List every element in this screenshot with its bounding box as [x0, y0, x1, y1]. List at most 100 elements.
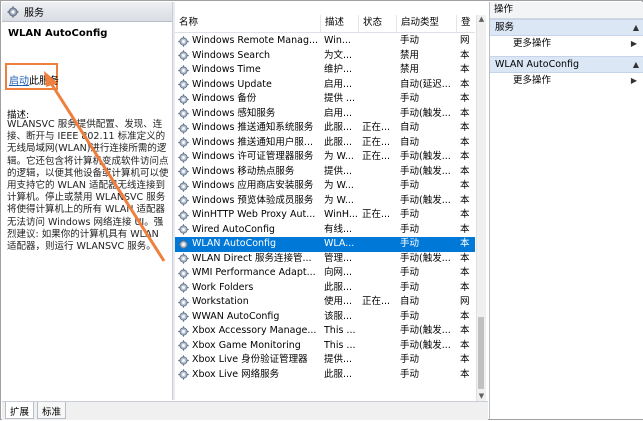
column-header-name[interactable]: 名称	[175, 15, 321, 32]
column-header-logon[interactable]: 登	[457, 15, 475, 32]
cell-status	[359, 310, 397, 325]
column-header-status[interactable]: 状态	[359, 15, 397, 32]
cell-description: This ...	[324, 325, 356, 336]
collapse-caret-icon[interactable]: ▲	[633, 57, 639, 72]
gear-icon	[6, 5, 20, 19]
cell-startup-type: 手动(触发...	[400, 194, 451, 206]
cell-description: 向网...	[324, 267, 353, 278]
service-gear-icon	[178, 340, 189, 351]
table-row[interactable]: Xbox Accessory Manage... This ... 手动(触发...…	[175, 324, 475, 339]
cell-logon: 本	[460, 252, 470, 264]
cell-status	[359, 78, 397, 93]
cell-startup-type: 手动	[400, 180, 420, 191]
table-row[interactable]: WinHTTP Web Proxy Aut... WinH... 正在... 手动 本	[175, 208, 475, 223]
cell-name: Windows 应用商店安装服务	[175, 179, 321, 194]
service-name: WMI Performance Adapt...	[192, 267, 316, 278]
service-gear-icon	[178, 268, 189, 279]
cell-startup-type: 手动(触发...	[400, 252, 451, 264]
table-row[interactable]: Xbox Game Monitoring This ... 手动(触发... 本	[175, 339, 475, 354]
service-name-heading: WLAN AutoConfig	[8, 28, 108, 39]
table-row[interactable]: Windows 感知服务 启用... 手动(触发... 本	[175, 107, 475, 122]
tab-extended[interactable]: 扩展	[5, 402, 35, 419]
table-row[interactable]: Windows 推送通知系统服务 此服... 正在... 自动 本	[175, 121, 475, 136]
table-row[interactable]: Workstation 使用... 正在... 自动 网	[175, 295, 475, 310]
start-service-link[interactable]: 启动	[9, 76, 29, 87]
table-row[interactable]: Windows 预览体验成员服务为 W... 手动(触发... 本	[175, 194, 475, 209]
tab-standard[interactable]: 标准	[37, 402, 67, 419]
table-row[interactable]: Windows 移动热点服务 提供... 手动(触发... 本	[175, 165, 475, 180]
column-header-startup-type[interactable]: 启动类型	[397, 15, 457, 32]
service-gear-icon	[178, 65, 189, 76]
cell-description: 为 W...	[324, 151, 354, 162]
cell-status	[359, 353, 397, 368]
table-row[interactable]: Windows Search 为文... 禁用 本	[175, 49, 475, 64]
cell-logon: 本	[460, 209, 470, 220]
cell-description: 为文...	[324, 49, 353, 61]
cell-startup-type: 手动(触发...	[400, 151, 451, 162]
service-gear-icon	[178, 297, 189, 308]
service-gear-icon	[178, 50, 189, 61]
table-row[interactable]: Windows Remote Manag... Win... 手动 网	[175, 34, 475, 49]
column-header-description[interactable]: 描述	[321, 15, 359, 32]
actions-section-services[interactable]: 服务 ▲	[490, 19, 643, 36]
view-tabs: 扩展 标准	[2, 401, 488, 420]
cell-logon: 本	[460, 122, 470, 133]
table-row[interactable]: WWAN AutoConfig 该服... 手动 本	[175, 310, 475, 325]
cell-logon: 网	[460, 296, 470, 307]
cell-name: Windows Search	[175, 49, 321, 64]
cell-logon: 本	[460, 64, 470, 75]
cell-startup-type: 手动	[400, 310, 420, 322]
table-row[interactable]: Windows 许可证管理器服务为 W... 正在... 手动(触发... 本	[175, 150, 475, 165]
cell-startup-type: 手动	[400, 93, 420, 104]
cell-startup-type: 手动	[400, 223, 420, 235]
more-actions-item[interactable]: 更多操作 ▶	[490, 36, 643, 52]
scroll-thumb[interactable]	[478, 317, 484, 389]
cell-name: Windows 感知服务	[175, 107, 321, 122]
service-name: Windows 备份	[192, 93, 257, 104]
cell-name: Windows 推送通知用户服...	[175, 136, 321, 151]
scroll-down-arrow-icon[interactable]: ▼	[477, 392, 486, 401]
cell-description: 维护...	[324, 64, 353, 75]
table-row[interactable]: WMI Performance Adapt... 向网... 手动 本	[175, 266, 475, 281]
cell-status	[359, 252, 397, 267]
cell-logon: 本	[460, 223, 470, 235]
service-gear-icon	[178, 224, 189, 235]
actions-pane: 操作 服务 ▲ 更多操作 ▶ WLAN AutoConfig ▲ 更多操作 ▶	[489, 2, 643, 419]
cell-status	[359, 34, 397, 49]
service-name: Windows 推送通知系统服务	[192, 122, 314, 133]
cell-logon: 本	[460, 368, 470, 380]
cell-name: Windows Remote Manag...	[175, 34, 321, 49]
cell-startup-type: 手动	[400, 35, 420, 46]
service-name: Windows 移动热点服务	[192, 165, 295, 177]
service-gear-icon	[178, 79, 189, 90]
table-row[interactable]: WLAN AutoConfig WLA... 手动 本	[175, 237, 475, 252]
scroll-up-arrow-icon[interactable]: ▲	[477, 15, 486, 24]
cell-startup-type: 手动(触发...	[400, 165, 451, 177]
service-gear-icon	[178, 311, 189, 322]
cell-status	[359, 179, 397, 194]
table-row[interactable]: Windows 推送通知用户服... 此服... 正在... 自动 本	[175, 136, 475, 151]
table-row[interactable]: Wired AutoConfig 有线... 手动 本	[175, 223, 475, 238]
table-row[interactable]: Windows Time 维护... 禁用 本	[175, 63, 475, 78]
start-service-suffix: 此服务	[29, 76, 59, 87]
cell-name: Windows 许可证管理器服务	[175, 150, 321, 165]
table-row[interactable]: Xbox Live 身份验证管理器 提供... 手动 本	[175, 353, 475, 368]
collapse-caret-icon[interactable]: ▲	[633, 20, 639, 35]
service-gear-icon	[178, 282, 189, 293]
cell-startup-type: 手动	[400, 368, 420, 380]
table-row[interactable]: WLAN Direct 服务连接管... 管理... 手动(触发... 本	[175, 252, 475, 267]
cell-startup-type: 手动	[400, 209, 420, 220]
vertical-scrollbar[interactable]: ▲ ▼	[476, 15, 486, 401]
table-row[interactable]: Windows 备份 提供 ... 手动 本	[175, 92, 475, 107]
table-row[interactable]: Xbox Live 网络服务 此服... 手动 本	[175, 368, 475, 383]
table-row[interactable]: Work Folders 此服... 手动 本	[175, 281, 475, 296]
service-name: Windows 预览体验成员服务	[192, 194, 314, 206]
table-row[interactable]: Windows Update 启用... 自动(延迟... 本	[175, 78, 475, 93]
actions-section-wlan-autoconfig[interactable]: WLAN AutoConfig ▲	[490, 56, 643, 73]
service-gear-icon	[178, 36, 189, 47]
cell-logon: 本	[460, 354, 470, 365]
more-actions-item[interactable]: 更多操作 ▶	[490, 73, 643, 89]
table-row[interactable]: Windows 应用商店安装服务为 W... 手动 本	[175, 179, 475, 194]
cell-status	[359, 49, 397, 64]
service-name: Xbox Live 网络服务	[192, 368, 280, 380]
